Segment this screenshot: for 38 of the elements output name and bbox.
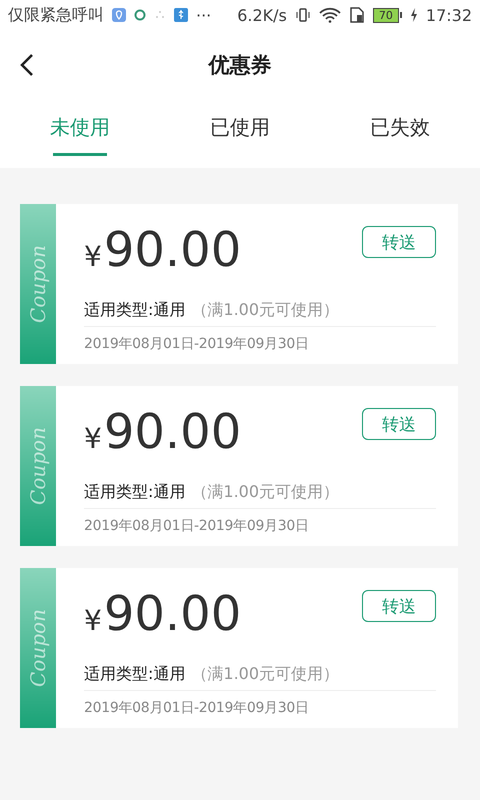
circle-icon bbox=[134, 9, 146, 21]
validity-period: 2019年08月01日-2019年09月30日 bbox=[84, 517, 310, 535]
coupon-script: Coupon bbox=[26, 245, 50, 323]
validity-period: 2019年08月01日-2019年09月30日 bbox=[84, 335, 310, 353]
validity-period: 2019年08月01日-2019年09月30日 bbox=[84, 699, 310, 717]
coupon-type: 适用类型:通用 bbox=[84, 482, 186, 502]
currency-symbol: ¥ bbox=[84, 604, 102, 637]
network-speed: 6.2K/s bbox=[237, 6, 287, 24]
transfer-button[interactable]: 转送 bbox=[362, 408, 436, 440]
coupon-script: Coupon bbox=[26, 609, 50, 687]
dots-icon bbox=[154, 9, 166, 21]
transfer-button[interactable]: 转送 bbox=[362, 590, 436, 622]
clock-time: 17:32 bbox=[426, 6, 472, 24]
coupon-amount: 90.00 bbox=[104, 404, 242, 460]
carrier-text: 仅限紧急呼叫 bbox=[8, 4, 104, 26]
battery-icon: 70 bbox=[372, 8, 402, 22]
coupon-amount: 90.00 bbox=[104, 222, 242, 278]
wifi-icon bbox=[318, 7, 341, 23]
tab[interactable]: 已失效 bbox=[320, 102, 480, 168]
currency-symbol: ¥ bbox=[84, 240, 102, 273]
tab[interactable]: 未使用 bbox=[0, 102, 160, 168]
tab[interactable]: 已使用 bbox=[160, 102, 320, 168]
currency-symbol: ¥ bbox=[84, 422, 102, 455]
sim-icon bbox=[348, 7, 365, 23]
charging-icon bbox=[410, 8, 418, 22]
more-text: ··· bbox=[196, 6, 212, 24]
location-icon bbox=[112, 8, 126, 22]
transfer-button[interactable]: 转送 bbox=[362, 226, 436, 258]
usb-icon bbox=[174, 8, 188, 22]
usage-condition: （满1.00元可使用） bbox=[191, 300, 340, 320]
coupon-amount: 90.00 bbox=[104, 586, 242, 642]
usage-condition: （满1.00元可使用） bbox=[191, 482, 340, 502]
coupon-type: 适用类型:通用 bbox=[84, 664, 186, 684]
coupon-script: Coupon bbox=[26, 427, 50, 505]
page-title: 优惠券 bbox=[208, 52, 272, 79]
usage-condition: （满1.00元可使用） bbox=[191, 664, 340, 684]
vibrate-icon bbox=[294, 7, 311, 23]
coupon-type: 适用类型:通用 bbox=[84, 300, 186, 320]
